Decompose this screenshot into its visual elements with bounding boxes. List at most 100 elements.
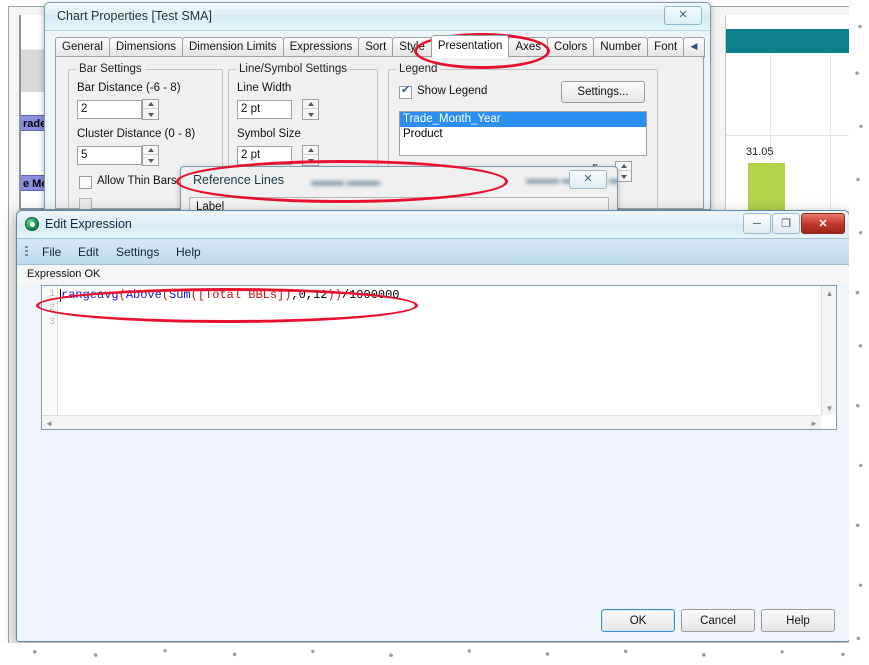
expression-text[interactable]: rangeavg(Above(Sum([Total BBLs]),0,12))/… [61,288,820,302]
legend-listbox[interactable]: Trade_Month_Year Product [399,111,647,156]
list-item[interactable]: Product [400,127,646,142]
maximize-icon[interactable]: ❐ [772,213,800,234]
stepper-up-icon[interactable] [616,162,631,171]
edit-expression-title: Edit Expression [45,217,132,231]
minimize-icon[interactable]: ─ [743,213,771,234]
expression-token: ( [190,288,198,302]
tab-presentation[interactable]: Presentation [430,35,510,58]
ok-button[interactable]: OK [601,609,675,632]
close-icon[interactable]: ✕ [664,6,702,25]
chart-bar-value-label: 31.05 [746,146,774,158]
background-chart: 31.05 [725,15,860,215]
show-legend-checkbox[interactable] [399,84,412,99]
symbol-size-label: Symbol Size [237,128,301,140]
menu-edit[interactable]: Edit [75,244,102,260]
tab-dimensions[interactable]: Dimensions [108,37,183,58]
expression-token: ( [161,288,170,302]
line-symbol-settings-label: Line/Symbol Settings [236,63,351,75]
line-number: 3 [48,317,55,328]
scroll-right-icon[interactable]: ► [807,416,821,430]
bar-distance-input[interactable]: 2 [77,100,142,119]
expression-token: ) [327,288,335,302]
expression-editor[interactable]: 123 rangeavg(Above(Sum([Total BBLs]),0,1… [41,285,837,430]
reference-lines-dialog: Reference Lines ▬▬▬ ▬▬▬ ▬▬▬ ▬▬▬▬ ▬▬▬▬▬▬▬… [180,166,618,214]
chart-gridline [830,53,831,215]
cluster-distance-stepper[interactable] [142,145,159,166]
close-icon[interactable]: ✕ [801,213,845,234]
tab-scroll-left-button[interactable]: ◄ [683,37,705,58]
app-icon [25,217,39,231]
stepper-down-icon[interactable] [616,172,631,181]
secondary-checkbox[interactable] [79,198,92,209]
close-icon[interactable]: ✕ [569,170,607,189]
line-number: 2 [48,303,55,314]
reference-lines-title: Reference Lines [193,173,285,187]
stepper-down-icon[interactable] [303,110,318,119]
bar-settings-label: Bar Settings [76,63,145,75]
stepper-up-icon[interactable] [143,100,158,109]
expression-token: rangeavg [61,288,119,302]
menu-grip-icon[interactable] [25,246,28,258]
editor-vertical-scrollbar[interactable]: ▲ ▼ [821,286,836,415]
chart-title-band [726,29,860,53]
legend-settings-button[interactable]: Settings... [561,81,645,103]
torn-edge-right [849,0,869,665]
tab-axes[interactable]: Axes [508,37,549,58]
line-width-stepper[interactable] [302,99,319,120]
stepper-up-icon[interactable] [143,146,158,155]
tab-style[interactable]: Style [392,37,432,58]
chart-properties-tabstrip: General Dimensions Dimension Limits Express… [55,35,705,79]
tab-dimension-limits[interactable]: Dimension Limits [182,37,284,58]
stepper-down-icon[interactable] [143,156,158,165]
show-legend-label: Show Legend [417,85,488,97]
allow-thin-bars-checkbox[interactable] [79,176,92,189]
menu-file[interactable]: File [39,244,64,260]
reference-lines-blurred-text-a: ▬▬▬ ▬▬▬ [311,176,381,188]
stepper-up-icon[interactable] [303,100,318,109]
stepper-down-icon[interactable] [143,110,158,119]
cancel-button[interactable]: Cancel [681,609,755,632]
expression-token: ( [118,288,126,302]
editor-horizontal-scrollbar[interactable]: ◄ ► [42,415,821,429]
tab-font[interactable]: Font [647,37,685,58]
expression-token: ) [334,288,342,302]
edit-expression-window: Edit Expression ─ ❐ ✕ File Edit Settings… [16,210,850,642]
cluster-distance-label: Cluster Distance (0 - 8) [77,128,196,140]
edit-expression-footer: OK Cancel Help [17,607,849,641]
expression-token: ,0,12 [291,288,328,302]
chart-gridline [726,135,860,136]
tab-general[interactable]: General [55,37,110,58]
edit-expression-menubar: File Edit Settings Help [17,239,849,265]
window-controls: ─ ❐ ✕ [742,213,845,234]
chart-properties-title: Chart Properties [Test SMA] [57,9,212,23]
cluster-distance-input[interactable]: 5 [77,146,142,165]
chart-bar [748,163,785,215]
tab-expressions[interactable]: Expressions [282,37,360,58]
symbol-size-stepper[interactable] [302,145,319,166]
tab-sort[interactable]: Sort [358,37,394,58]
expression-token: Sum [169,288,191,302]
bar-distance-stepper[interactable] [142,99,159,120]
scroll-up-icon[interactable]: ▲ [822,286,837,300]
line-width-input[interactable]: 2 pt [237,100,292,119]
bar-distance-label: Bar Distance (-6 - 8) [77,82,181,94]
edit-expression-titlebar[interactable]: Edit Expression ─ ❐ ✕ [17,211,849,239]
symbol-size-input[interactable]: 2 pt [237,146,292,165]
expression-status-bar: Expression OK [17,265,849,285]
tab-colors[interactable]: Colors [547,37,595,58]
stepper-down-icon[interactable] [303,156,318,165]
list-item[interactable]: Trade_Month_Year [400,112,646,127]
scroll-left-icon[interactable]: ◄ [42,416,56,430]
screenshot-root: 🔍 rades | e Movi 31.05 Chart Properties … [0,0,869,665]
torn-edge-bottom [0,643,869,665]
menu-settings[interactable]: Settings [113,244,162,260]
scroll-down-icon[interactable]: ▼ [822,401,837,415]
help-button[interactable]: Help [761,609,835,632]
menu-help[interactable]: Help [173,244,204,260]
expression-token: /1000000 [341,288,400,302]
chart-properties-titlebar[interactable]: Chart Properties [Test SMA] ✕ [45,3,710,31]
legend-group-label: Legend [396,63,441,75]
tab-number[interactable]: Number [593,37,649,58]
stepper-up-icon[interactable] [303,146,318,155]
line-width-label: Line Width [237,82,292,94]
